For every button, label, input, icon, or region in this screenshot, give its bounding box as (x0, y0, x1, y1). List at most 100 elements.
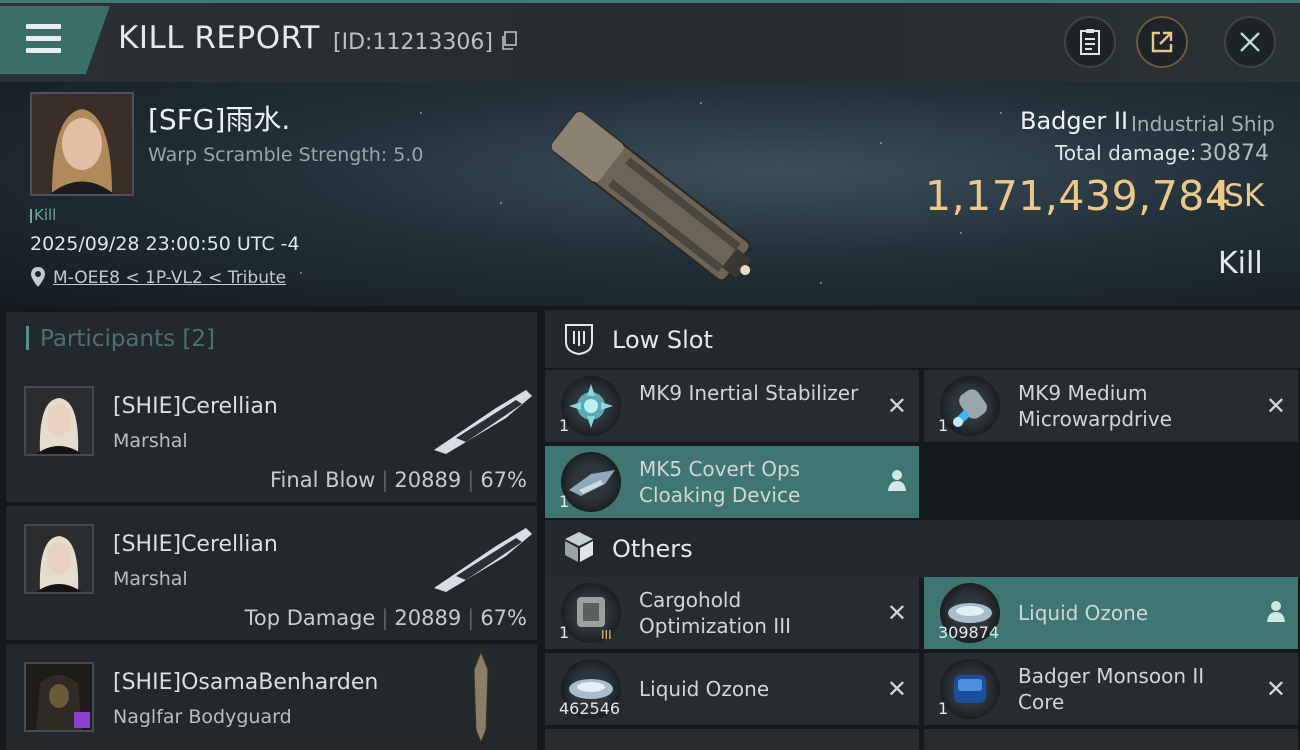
slot-item[interactable]: 1 MK5 Covert Ops Cloaking Device (545, 446, 919, 518)
close-button[interactable] (1224, 16, 1276, 68)
slot-quantity: 1 (559, 623, 570, 642)
menu-icon-line (26, 36, 61, 41)
participant-ship-image (434, 528, 532, 592)
slot-quantity: 1 (559, 416, 570, 435)
stat-damage: 20889 (394, 468, 462, 492)
inertial-stabilizer-icon (569, 384, 613, 428)
kill-datetime: 2025/09/28 23:00:50 UTC -4 (30, 233, 300, 255)
participants-title: Participants [2] (40, 326, 215, 352)
participant-card[interactable]: [SHIE]OsamaBenharden Naglfar Bodyguard (6, 644, 537, 750)
slot-item-name: Liquid Ozone (1018, 601, 1149, 625)
participant-portrait (26, 526, 92, 592)
module-icon (940, 659, 1000, 719)
clipboard-button[interactable] (1064, 16, 1116, 68)
slot-item[interactable] (545, 729, 919, 750)
slot-item-name: Liquid Ozone (639, 677, 770, 701)
participant-card[interactable]: [SHIE]Cerellian Marshal Final Blow | 20889… (6, 368, 537, 502)
slot-quantity: 309874 (938, 623, 1000, 642)
slot-item-name: MK5 Covert Ops Cloaking Device (639, 457, 801, 507)
share-button[interactable] (1136, 16, 1188, 68)
slot-quantity: 1 (938, 416, 949, 435)
pilot-avatar (32, 94, 132, 194)
participant-ship-image (473, 650, 489, 744)
menu-icon (26, 24, 61, 29)
stat-percent: 67% (480, 468, 527, 492)
slot-item[interactable]: III 1 Cargohold Optimization III ✕ (545, 577, 919, 649)
destroyed-icon: ✕ (1265, 392, 1286, 420)
participant-avatar (24, 524, 94, 594)
slot-quantity: 1 (938, 699, 949, 718)
participant-ship: Marshal (113, 430, 188, 452)
kill-result-label: Kill (1218, 246, 1263, 281)
module-icon (561, 452, 621, 512)
dropped-person-icon (888, 470, 906, 491)
slot-item-name: Cargohold Optimization III (639, 588, 791, 638)
participant-stats: Final Blow | 20889 | 67% (270, 468, 527, 492)
destroyed-icon: ✕ (886, 392, 907, 420)
participant-stats: Top Damage | 20889 | 67% (244, 606, 527, 630)
victim-portrait[interactable] (30, 92, 134, 196)
total-damage-label: Total damage: (1055, 141, 1197, 165)
total-damage-value: 30874 (1199, 141, 1269, 166)
stat-label: Top Damage (244, 606, 376, 630)
cargo-box-icon (565, 532, 593, 562)
slot-item[interactable]: 1 MK9 Medium Microwarpdrive ✕ (924, 370, 1298, 442)
slot-item[interactable]: 1 Badger Monsoon II Core ✕ (924, 653, 1298, 725)
slot-quantity: 462546 (559, 699, 621, 718)
slot-item-name: MK9 Inertial Stabilizer (639, 381, 859, 405)
ship-class: Industrial Ship (1131, 112, 1275, 136)
module-icon (940, 376, 1000, 436)
isk-unit: ISK (1215, 178, 1265, 214)
module-icon: III (561, 583, 621, 643)
slot-item[interactable] (924, 729, 1298, 750)
slot-item[interactable]: 1 MK9 Inertial Stabilizer ✕ (545, 370, 919, 442)
low-slot-icon (565, 324, 593, 356)
victim-name[interactable]: [SFG]雨水. (148, 98, 290, 138)
participant-name: [SHIE]OsamaBenharden (113, 670, 379, 695)
slot-item[interactable]: 309874 Liquid Ozone (924, 577, 1298, 649)
participant-ship-image (434, 390, 532, 454)
participant-portrait (26, 664, 92, 730)
stat-damage: 20889 (394, 606, 462, 630)
report-id: [ID:11213306] (333, 30, 518, 55)
participant-portrait (26, 388, 92, 454)
destroyed-icon: ✕ (1265, 675, 1286, 703)
participant-name: [SHIE]Cerellian (113, 394, 278, 419)
low-slot-title: Low Slot (612, 326, 713, 354)
page-title: KILL REPORT (118, 20, 320, 56)
participant-card[interactable]: [SHIE]Cerellian Marshal Top Damage | 20889… (6, 506, 537, 640)
stat-label: Final Blow (270, 468, 376, 492)
slot-quantity: 1 (559, 492, 570, 511)
location-pin-icon (31, 267, 45, 287)
kill-location-link[interactable]: M-OEE8 < 1P-VL2 < Tribute (53, 268, 286, 288)
slot-item[interactable]: 462546 Liquid Ozone ✕ (545, 653, 919, 725)
module-icon (561, 376, 621, 436)
isk-value: 1,171,439,784 (925, 172, 1232, 220)
ship-name: Badger II (1020, 107, 1129, 135)
participant-avatar (24, 662, 94, 732)
microwarpdrive-icon (953, 389, 987, 427)
report-id-text: [ID:11213306] (333, 30, 493, 55)
participant-ship: Naglfar Bodyguard (113, 706, 292, 728)
others-title: Others (612, 535, 693, 563)
cloaking-device-icon (569, 470, 615, 496)
destroyed-icon: ✕ (886, 599, 907, 627)
slot-item-name: MK9 Medium Microwarpdrive (1018, 381, 1172, 431)
clipboard-icon (1080, 29, 1100, 55)
menu-icon-line (26, 48, 61, 53)
warp-scramble-strength: Warp Scramble Strength: 5.0 (148, 144, 424, 166)
participant-avatar (24, 386, 94, 456)
slot-item-name: Badger Monsoon II Core (1018, 664, 1205, 714)
ship-core-icon (954, 675, 986, 703)
copy-icon[interactable] (500, 31, 518, 51)
destroyed-icon: ✕ (886, 675, 907, 703)
victim-ship-image (550, 110, 751, 282)
stat-percent: 67% (480, 606, 527, 630)
share-icon (1151, 31, 1173, 53)
dropped-person-icon (1267, 601, 1285, 622)
participant-name: [SHIE]Cerellian (113, 532, 278, 557)
participants-accent-bar (26, 326, 29, 350)
participant-ship: Marshal (113, 568, 188, 590)
kill-tag: Kill (29, 206, 57, 224)
svg-text:III: III (601, 628, 612, 642)
